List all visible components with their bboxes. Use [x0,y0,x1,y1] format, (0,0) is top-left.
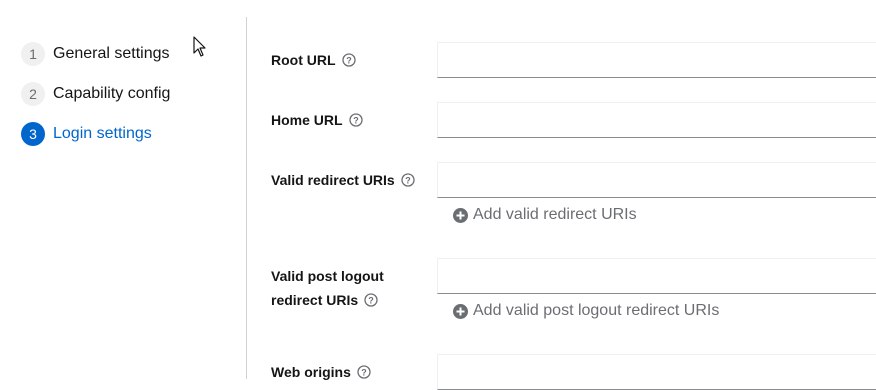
wizard-nav: 1 General settings 2 Capability config 3… [0,0,246,379]
svg-text:?: ? [346,55,352,65]
svg-text:?: ? [368,295,374,305]
add-valid-redirect-uris-label: Add valid redirect URIs [473,206,637,223]
step-number: 3 [21,122,45,146]
add-valid-redirect-uris-button[interactable]: Add valid redirect URIs [453,206,637,224]
svg-text:?: ? [353,115,359,125]
help-icon[interactable]: ? [348,113,363,127]
plus-circle-icon [453,303,468,319]
home-url-input[interactable] [437,102,876,138]
wizard-step-general-settings[interactable]: 1 General settings [21,42,170,66]
svg-text:?: ? [361,367,367,377]
add-valid-post-logout-redirect-uris-label: Add valid post logout redirect URIs [473,302,720,319]
root-url-label: Root URL? [271,48,356,72]
step-label: General settings [53,45,170,62]
help-icon[interactable]: ? [364,293,378,307]
mouse-pointer-icon [193,36,206,57]
wizard-step-login-settings[interactable]: 3 Login settings [21,122,152,146]
svg-text:?: ? [405,175,411,185]
step-number: 1 [21,42,45,66]
add-valid-post-logout-redirect-uris-button[interactable]: Add valid post logout redirect URIs [453,302,719,320]
valid-redirect-uris-label: Valid redirect URIs? [271,168,415,192]
step-number: 2 [21,82,45,106]
step-label: Capability config [53,85,171,102]
valid-post-logout-redirect-uris-label: Valid post logout redirect URIs? [271,268,384,308]
web-origins-input[interactable] [437,354,876,390]
plus-circle-icon [453,207,468,223]
help-icon[interactable]: ? [357,365,371,379]
wizard-divider [246,17,247,379]
wizard-step-capability-config[interactable]: 2 Capability config [21,82,170,106]
valid-post-logout-redirect-uris-input[interactable] [437,258,876,294]
help-icon[interactable]: ? [401,173,415,187]
step-label: Login settings [53,125,152,142]
home-url-label: Home URL? [271,108,363,132]
help-icon[interactable]: ? [341,53,356,67]
root-url-input[interactable] [437,42,876,78]
web-origins-label: Web origins? [271,360,371,384]
valid-redirect-uris-input[interactable] [437,162,876,198]
